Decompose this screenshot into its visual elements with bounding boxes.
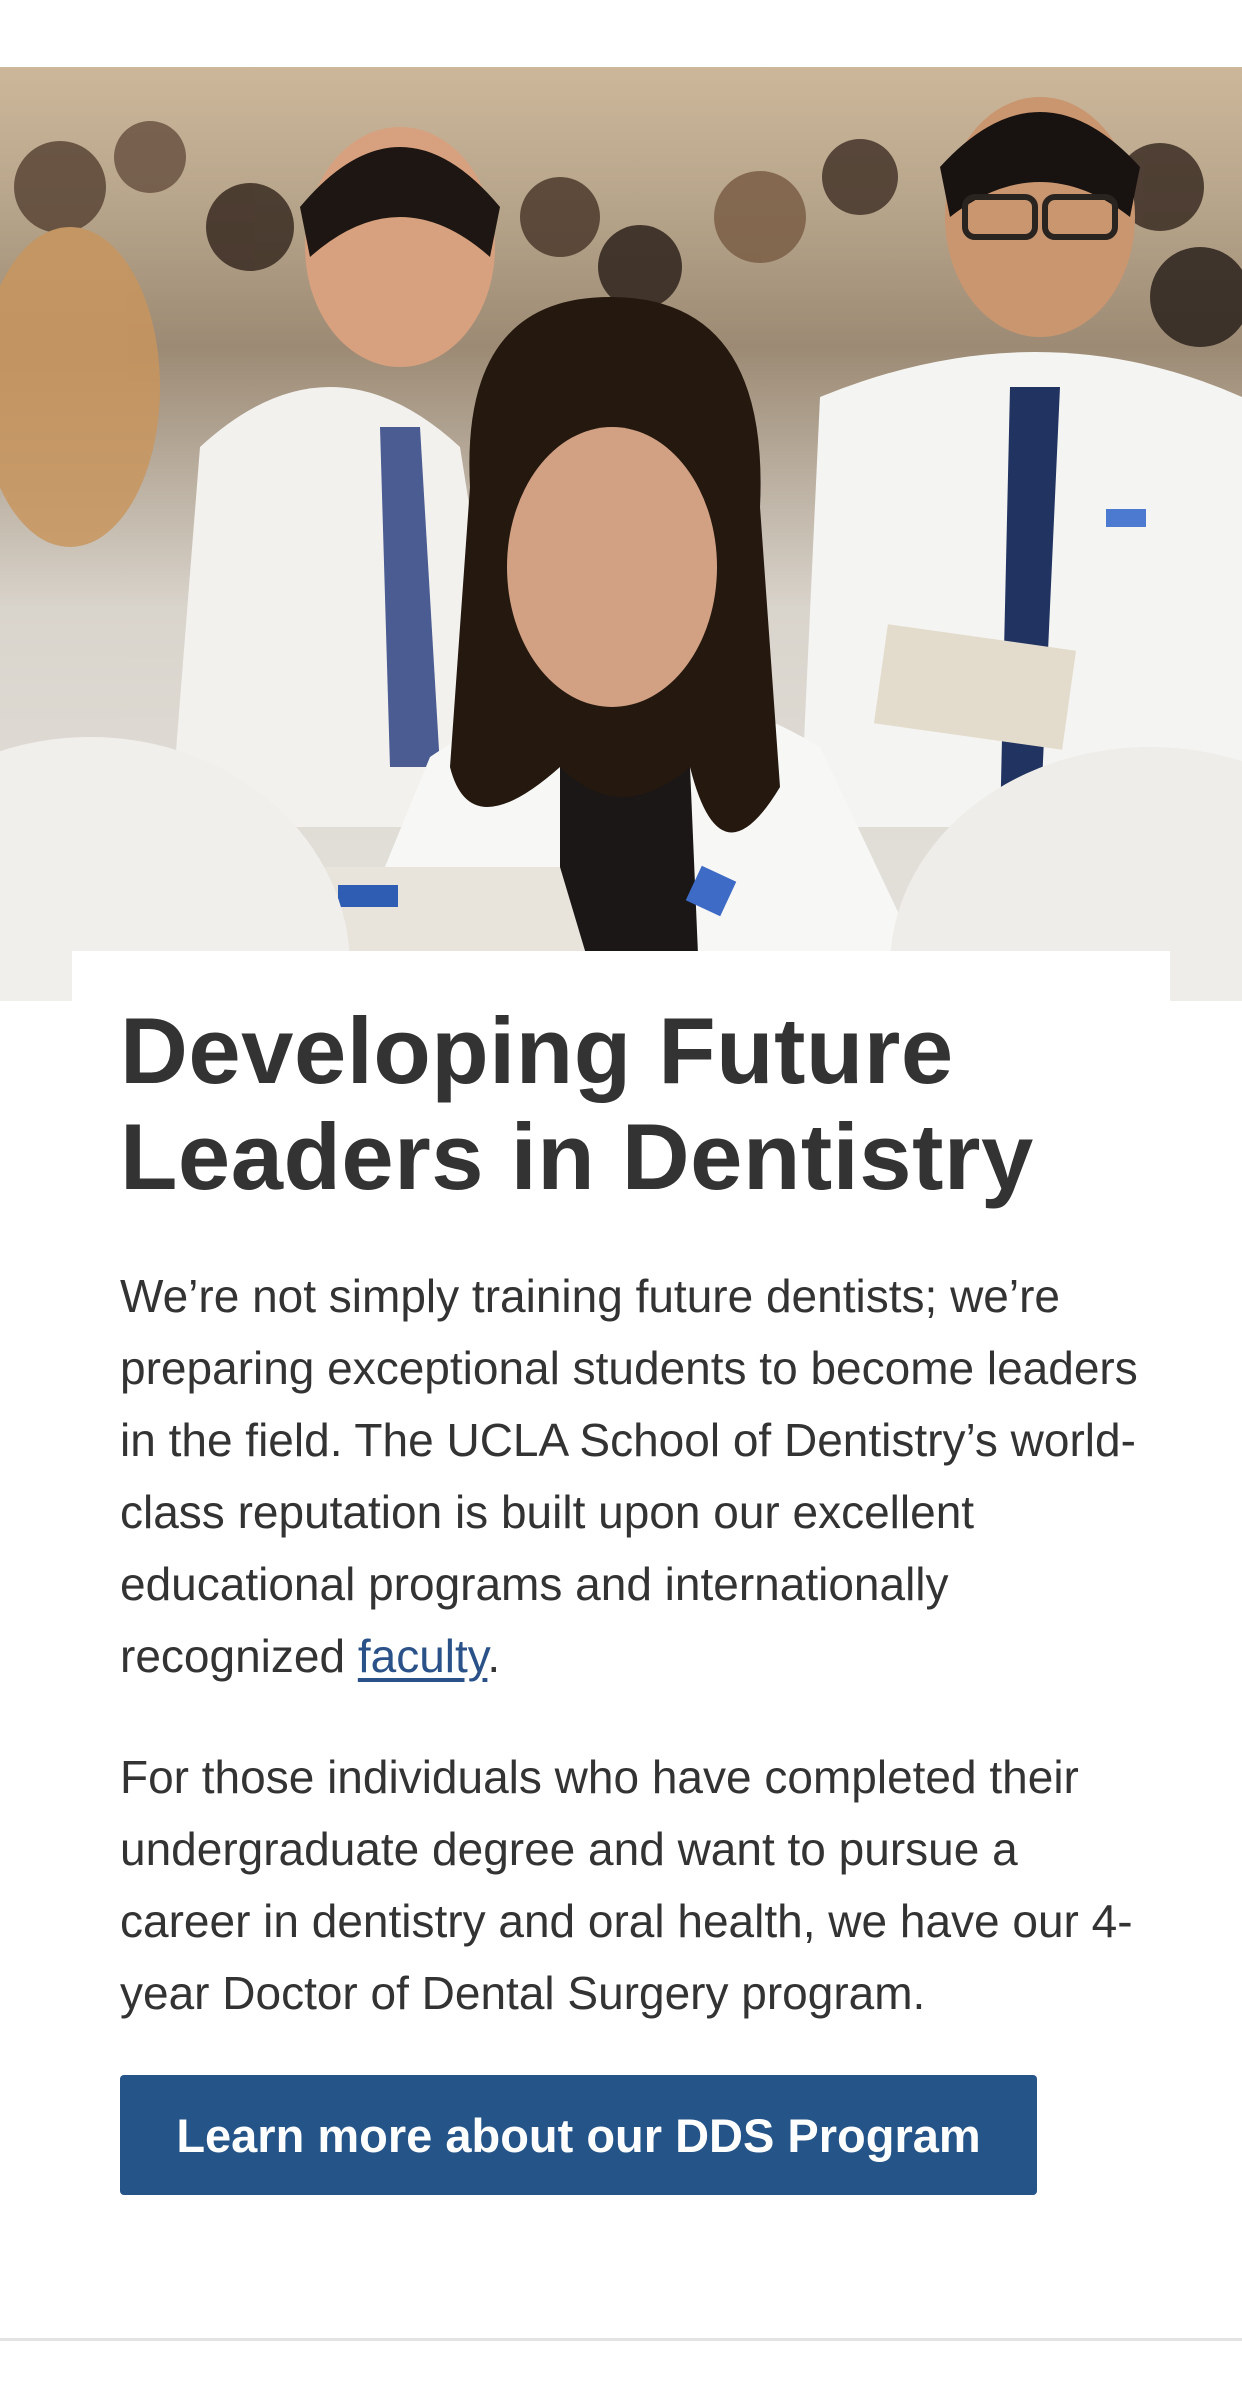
hero-illustration bbox=[0, 97, 1242, 1001]
hero-image bbox=[0, 67, 1242, 1001]
program-paragraph: For those individuals who have completed… bbox=[120, 1751, 1133, 2019]
intro-text: We’re not simply training future dentist… bbox=[120, 1270, 1138, 1682]
page-title: Developing Future Leaders in Dentistry bbox=[120, 998, 1034, 1209]
intro-text-end: . bbox=[487, 1630, 501, 1682]
learn-more-dds-button[interactable]: Learn more about our DDS Program bbox=[120, 2075, 1037, 2195]
section-divider bbox=[0, 2338, 1242, 2341]
intro-paragraph: We’re not simply training future dentist… bbox=[120, 1260, 1150, 1692]
faculty-link[interactable]: faculty bbox=[358, 1630, 488, 1682]
